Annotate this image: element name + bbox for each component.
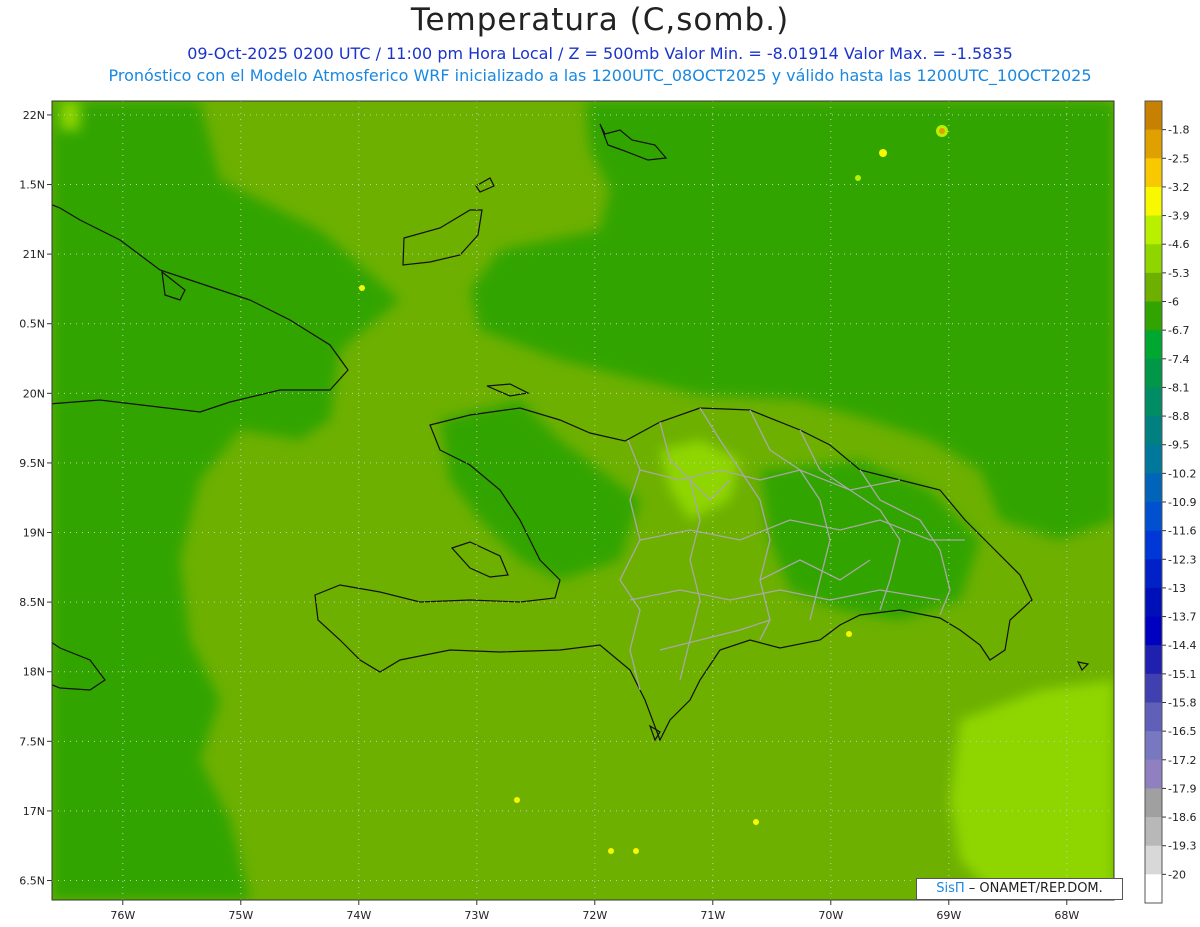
legend-swatch xyxy=(1145,731,1162,761)
legend-label: -15.1 xyxy=(1168,668,1196,681)
legend-swatch xyxy=(1145,788,1162,818)
lat-tick-label: 9.5N xyxy=(19,457,45,470)
lon-tick-label: 72W xyxy=(582,909,607,922)
lat-tick-label: 8.5N xyxy=(19,596,45,609)
legend-label: -14.4 xyxy=(1168,639,1196,652)
legend-swatch xyxy=(1145,358,1162,388)
legend-label: -6.7 xyxy=(1168,324,1189,337)
legend-swatch xyxy=(1145,874,1162,904)
legend-label: -8.1 xyxy=(1168,381,1189,394)
lat-tick-label: 0.5N xyxy=(19,318,45,331)
legend-swatch xyxy=(1145,559,1162,589)
legend-swatch xyxy=(1145,244,1162,274)
longitude-axis: 76W 75W 74W 73W 72W 71W 70W 69W 68W xyxy=(110,900,1079,922)
legend-swatch xyxy=(1145,587,1162,618)
legend-label: -19.3 xyxy=(1168,840,1196,853)
legend-label: -1.8 xyxy=(1168,124,1189,137)
lon-tick-label: 73W xyxy=(464,909,489,922)
legend-label: -15.8 xyxy=(1168,697,1196,710)
legend-label: -18.6 xyxy=(1168,811,1196,824)
lat-tick-label: 19N xyxy=(23,527,45,540)
legend-swatch xyxy=(1145,129,1162,159)
legend-label: -9.5 xyxy=(1168,439,1189,452)
legend-label: -10.9 xyxy=(1168,496,1196,509)
color-legend: -1.8 -2.5 -3.2 -3.9 -4.6 -5.3 -6 -6.7 -7.4 -8.1 -8… xyxy=(1144,100,1196,904)
legend-swatch xyxy=(1145,416,1162,446)
legend-swatch xyxy=(1145,101,1162,131)
legend-swatch xyxy=(1145,387,1162,417)
legend-swatch xyxy=(1145,473,1162,503)
legend-label: -7.4 xyxy=(1168,353,1189,366)
legend-label: -10.2 xyxy=(1168,467,1196,480)
lon-tick-label: 71W xyxy=(700,909,725,922)
legend-label: -5.3 xyxy=(1168,267,1189,280)
legend-label: -17.9 xyxy=(1168,782,1196,795)
legend-swatch xyxy=(1145,186,1162,217)
lon-tick-label: 74W xyxy=(346,909,371,922)
lon-tick-label: 70W xyxy=(818,909,843,922)
legend-swatch xyxy=(1145,530,1162,560)
legend-label: -2.5 xyxy=(1168,152,1189,165)
legend-label: -13 xyxy=(1168,582,1186,595)
lon-tick-label: 68W xyxy=(1054,909,1079,922)
credit-text: – ONAMET/REP.DOM. xyxy=(968,881,1103,896)
lon-tick-label: 69W xyxy=(936,909,961,922)
legend-label: -11.6 xyxy=(1168,525,1196,538)
lon-tick-label: 75W xyxy=(228,909,253,922)
legend-swatch xyxy=(1145,616,1162,646)
legend-label: -16.5 xyxy=(1168,725,1196,738)
lat-tick-label: 22N xyxy=(23,109,45,122)
legend-swatch xyxy=(1145,845,1162,875)
temperature-map: 76W 75W 74W 73W 72W 71W 70W 69W 68W 22N 1.5N 21N 0.… xyxy=(19,100,1196,922)
legend-swatch xyxy=(1145,444,1162,474)
legend-swatch xyxy=(1145,673,1162,703)
legend-swatch xyxy=(1145,215,1162,245)
legend-label: -3.2 xyxy=(1168,181,1189,194)
legend-swatch xyxy=(1145,301,1162,331)
legend-swatch xyxy=(1145,817,1162,847)
lat-tick-label: 18N xyxy=(23,666,45,679)
legend-label: -12.3 xyxy=(1168,553,1196,566)
credit-brand: SisΠ xyxy=(936,881,965,896)
lon-tick-label: 76W xyxy=(110,909,135,922)
legend-swatch xyxy=(1145,759,1162,789)
legend-swatch xyxy=(1145,330,1162,360)
legend-swatch xyxy=(1145,272,1162,302)
legend-label: -20 xyxy=(1168,868,1186,881)
legend-label: -4.6 xyxy=(1168,238,1189,251)
lat-tick-label: 1.5N xyxy=(19,179,45,192)
credit-box: SisΠ – ONAMET/REP.DOM. xyxy=(916,878,1123,900)
lat-tick-label: 17N xyxy=(23,805,45,818)
lat-tick-label: 21N xyxy=(23,248,45,261)
legend-swatch xyxy=(1145,158,1162,188)
latitude-axis: 22N 1.5N 21N 0.5N 20N 9.5N 19N 8.5N 18N 7.5N 17N 6.… xyxy=(19,109,52,888)
legend-swatch xyxy=(1145,702,1162,732)
lat-tick-label: 6.5N xyxy=(19,875,45,888)
lat-tick-label: 7.5N xyxy=(19,735,45,748)
legend-swatch xyxy=(1145,502,1162,532)
legend-label: -17.2 xyxy=(1168,754,1196,767)
lat-tick-label: 20N xyxy=(23,387,45,400)
legend-label: -8.8 xyxy=(1168,410,1189,423)
legend-label: -13.7 xyxy=(1168,611,1196,624)
legend-label: -3.9 xyxy=(1168,210,1189,223)
legend-label: -6 xyxy=(1168,296,1179,309)
temperature-field xyxy=(52,101,1114,900)
legend-swatch xyxy=(1145,645,1162,675)
